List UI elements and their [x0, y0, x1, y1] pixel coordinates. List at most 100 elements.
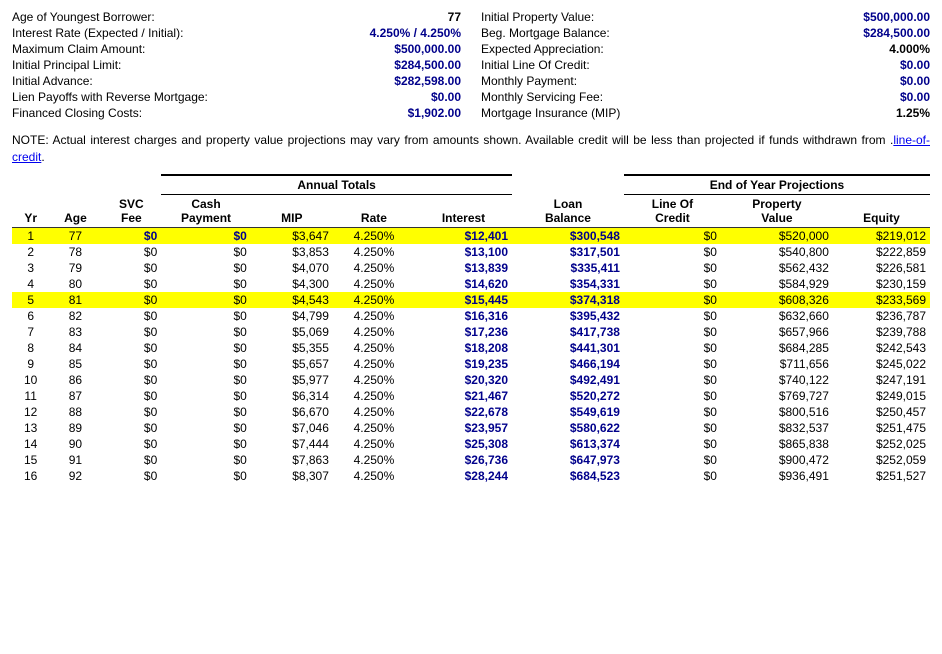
- table-cell: $18,208: [415, 340, 512, 356]
- table-cell: $317,501: [512, 244, 624, 260]
- table-cell: 4.250%: [333, 244, 415, 260]
- table-cell: 88: [49, 404, 101, 420]
- table-cell: $230,159: [833, 276, 930, 292]
- table-cell: $647,973: [512, 452, 624, 468]
- col-loc: Line OfCredit: [624, 194, 721, 227]
- table-cell: 83: [49, 324, 101, 340]
- table-cell: $0: [161, 452, 251, 468]
- table-cell: $354,331: [512, 276, 624, 292]
- table-cell: $441,301: [512, 340, 624, 356]
- table-cell: $3,853: [251, 244, 333, 260]
- table-cell: $5,355: [251, 340, 333, 356]
- table-row: 379$0$0$4,0704.250%$13,839$335,411$0$562…: [12, 260, 930, 276]
- table-cell: $20,320: [415, 372, 512, 388]
- table-row: 1490$0$0$7,4444.250%$25,308$613,374$0$86…: [12, 436, 930, 452]
- table-cell: $580,622: [512, 420, 624, 436]
- table-row: 1389$0$0$7,0464.250%$23,957$580,622$0$83…: [12, 420, 930, 436]
- info-row: Interest Rate (Expected / Initial):4.250…: [12, 26, 461, 40]
- table-cell: 90: [49, 436, 101, 452]
- table-cell: $0: [624, 260, 721, 276]
- left-info-panel: Age of Youngest Borrower:77 Interest Rate…: [12, 10, 461, 122]
- info-label: Monthly Payment:: [481, 74, 577, 88]
- table-cell: $8,307: [251, 468, 333, 484]
- table-cell: 14: [12, 436, 49, 452]
- table-cell: $0: [624, 244, 721, 260]
- table-body: 177$0$0$3,6474.250%$12,401$300,548$0$520…: [12, 227, 930, 484]
- table-cell: $0: [102, 420, 162, 436]
- info-value: $0.00: [900, 58, 930, 72]
- line-of-credit-link[interactable]: line-of-credit: [12, 133, 930, 164]
- info-value: $1,902.00: [408, 106, 461, 120]
- table-cell: $0: [624, 308, 721, 324]
- table-cell: $249,015: [833, 388, 930, 404]
- eoy-group-header: End of Year Projections: [624, 175, 930, 195]
- table-cell: $250,457: [833, 404, 930, 420]
- info-row: Initial Advance:$282,598.00: [12, 74, 461, 88]
- spacer-header: [512, 175, 624, 195]
- info-row: Maximum Claim Amount:$500,000.00: [12, 42, 461, 56]
- info-value: 4.250% / 4.250%: [370, 26, 461, 40]
- table-cell: $0: [624, 356, 721, 372]
- info-value: $0.00: [431, 90, 461, 104]
- table-cell: $740,122: [721, 372, 833, 388]
- table-cell: $0: [624, 372, 721, 388]
- table-cell: 4.250%: [333, 388, 415, 404]
- info-value: $282,598.00: [394, 74, 461, 88]
- table-cell: 79: [49, 260, 101, 276]
- table-row: 1692$0$0$8,3074.250%$28,244$684,523$0$93…: [12, 468, 930, 484]
- table-cell: $251,527: [833, 468, 930, 484]
- table-cell: 4: [12, 276, 49, 292]
- table-cell: $608,326: [721, 292, 833, 308]
- table-cell: 85: [49, 356, 101, 372]
- table-cell: $0: [624, 227, 721, 244]
- table-cell: $0: [161, 324, 251, 340]
- col-rate: Rate: [333, 194, 415, 227]
- table-cell: $0: [102, 292, 162, 308]
- table-cell: $0: [161, 227, 251, 244]
- table-cell: $613,374: [512, 436, 624, 452]
- info-row: Initial Line Of Credit:$0.00: [481, 58, 930, 72]
- table-cell: $14,620: [415, 276, 512, 292]
- table-cell: $417,738: [512, 324, 624, 340]
- table-cell: $0: [624, 340, 721, 356]
- table-cell: 82: [49, 308, 101, 324]
- table-cell: $395,432: [512, 308, 624, 324]
- table-cell: $0: [161, 468, 251, 484]
- table-cell: $0: [102, 260, 162, 276]
- table-row: 1288$0$0$6,6704.250%$22,678$549,619$0$80…: [12, 404, 930, 420]
- table-cell: $0: [624, 404, 721, 420]
- col-interest: Interest: [415, 194, 512, 227]
- info-row: Beg. Mortgage Balance:$284,500.00: [481, 26, 930, 40]
- info-value: $284,500.00: [394, 58, 461, 72]
- table-cell: $16,316: [415, 308, 512, 324]
- info-row: Age of Youngest Borrower:77: [12, 10, 461, 24]
- info-value: 77: [448, 10, 461, 24]
- table-cell: $0: [102, 372, 162, 388]
- table-cell: $684,285: [721, 340, 833, 356]
- table-cell: $13,100: [415, 244, 512, 260]
- table-cell: 4.250%: [333, 436, 415, 452]
- table-cell: $21,467: [415, 388, 512, 404]
- table-cell: $252,059: [833, 452, 930, 468]
- table-cell: 91: [49, 452, 101, 468]
- table-cell: $520,000: [721, 227, 833, 244]
- table-cell: 4.250%: [333, 324, 415, 340]
- table-cell: 77: [49, 227, 101, 244]
- table-row: 985$0$0$5,6574.250%$19,235$466,194$0$711…: [12, 356, 930, 372]
- table-cell: $0: [102, 227, 162, 244]
- right-info-panel: Initial Property Value:$500,000.00Beg. M…: [481, 10, 930, 122]
- table-cell: $236,787: [833, 308, 930, 324]
- table-cell: $239,788: [833, 324, 930, 340]
- table-cell: 89: [49, 420, 101, 436]
- table-cell: $7,046: [251, 420, 333, 436]
- table-cell: $226,581: [833, 260, 930, 276]
- table-cell: 7: [12, 324, 49, 340]
- table-cell: 8: [12, 340, 49, 356]
- col-mip: MIP: [251, 194, 333, 227]
- info-row: Financed Closing Costs:$1,902.00: [12, 106, 461, 120]
- info-label: Maximum Claim Amount:: [12, 42, 145, 56]
- table-cell: $0: [624, 468, 721, 484]
- table-cell: $5,069: [251, 324, 333, 340]
- table-cell: $222,859: [833, 244, 930, 260]
- projection-table-container: Annual Totals End of Year Projections Yr…: [12, 174, 930, 484]
